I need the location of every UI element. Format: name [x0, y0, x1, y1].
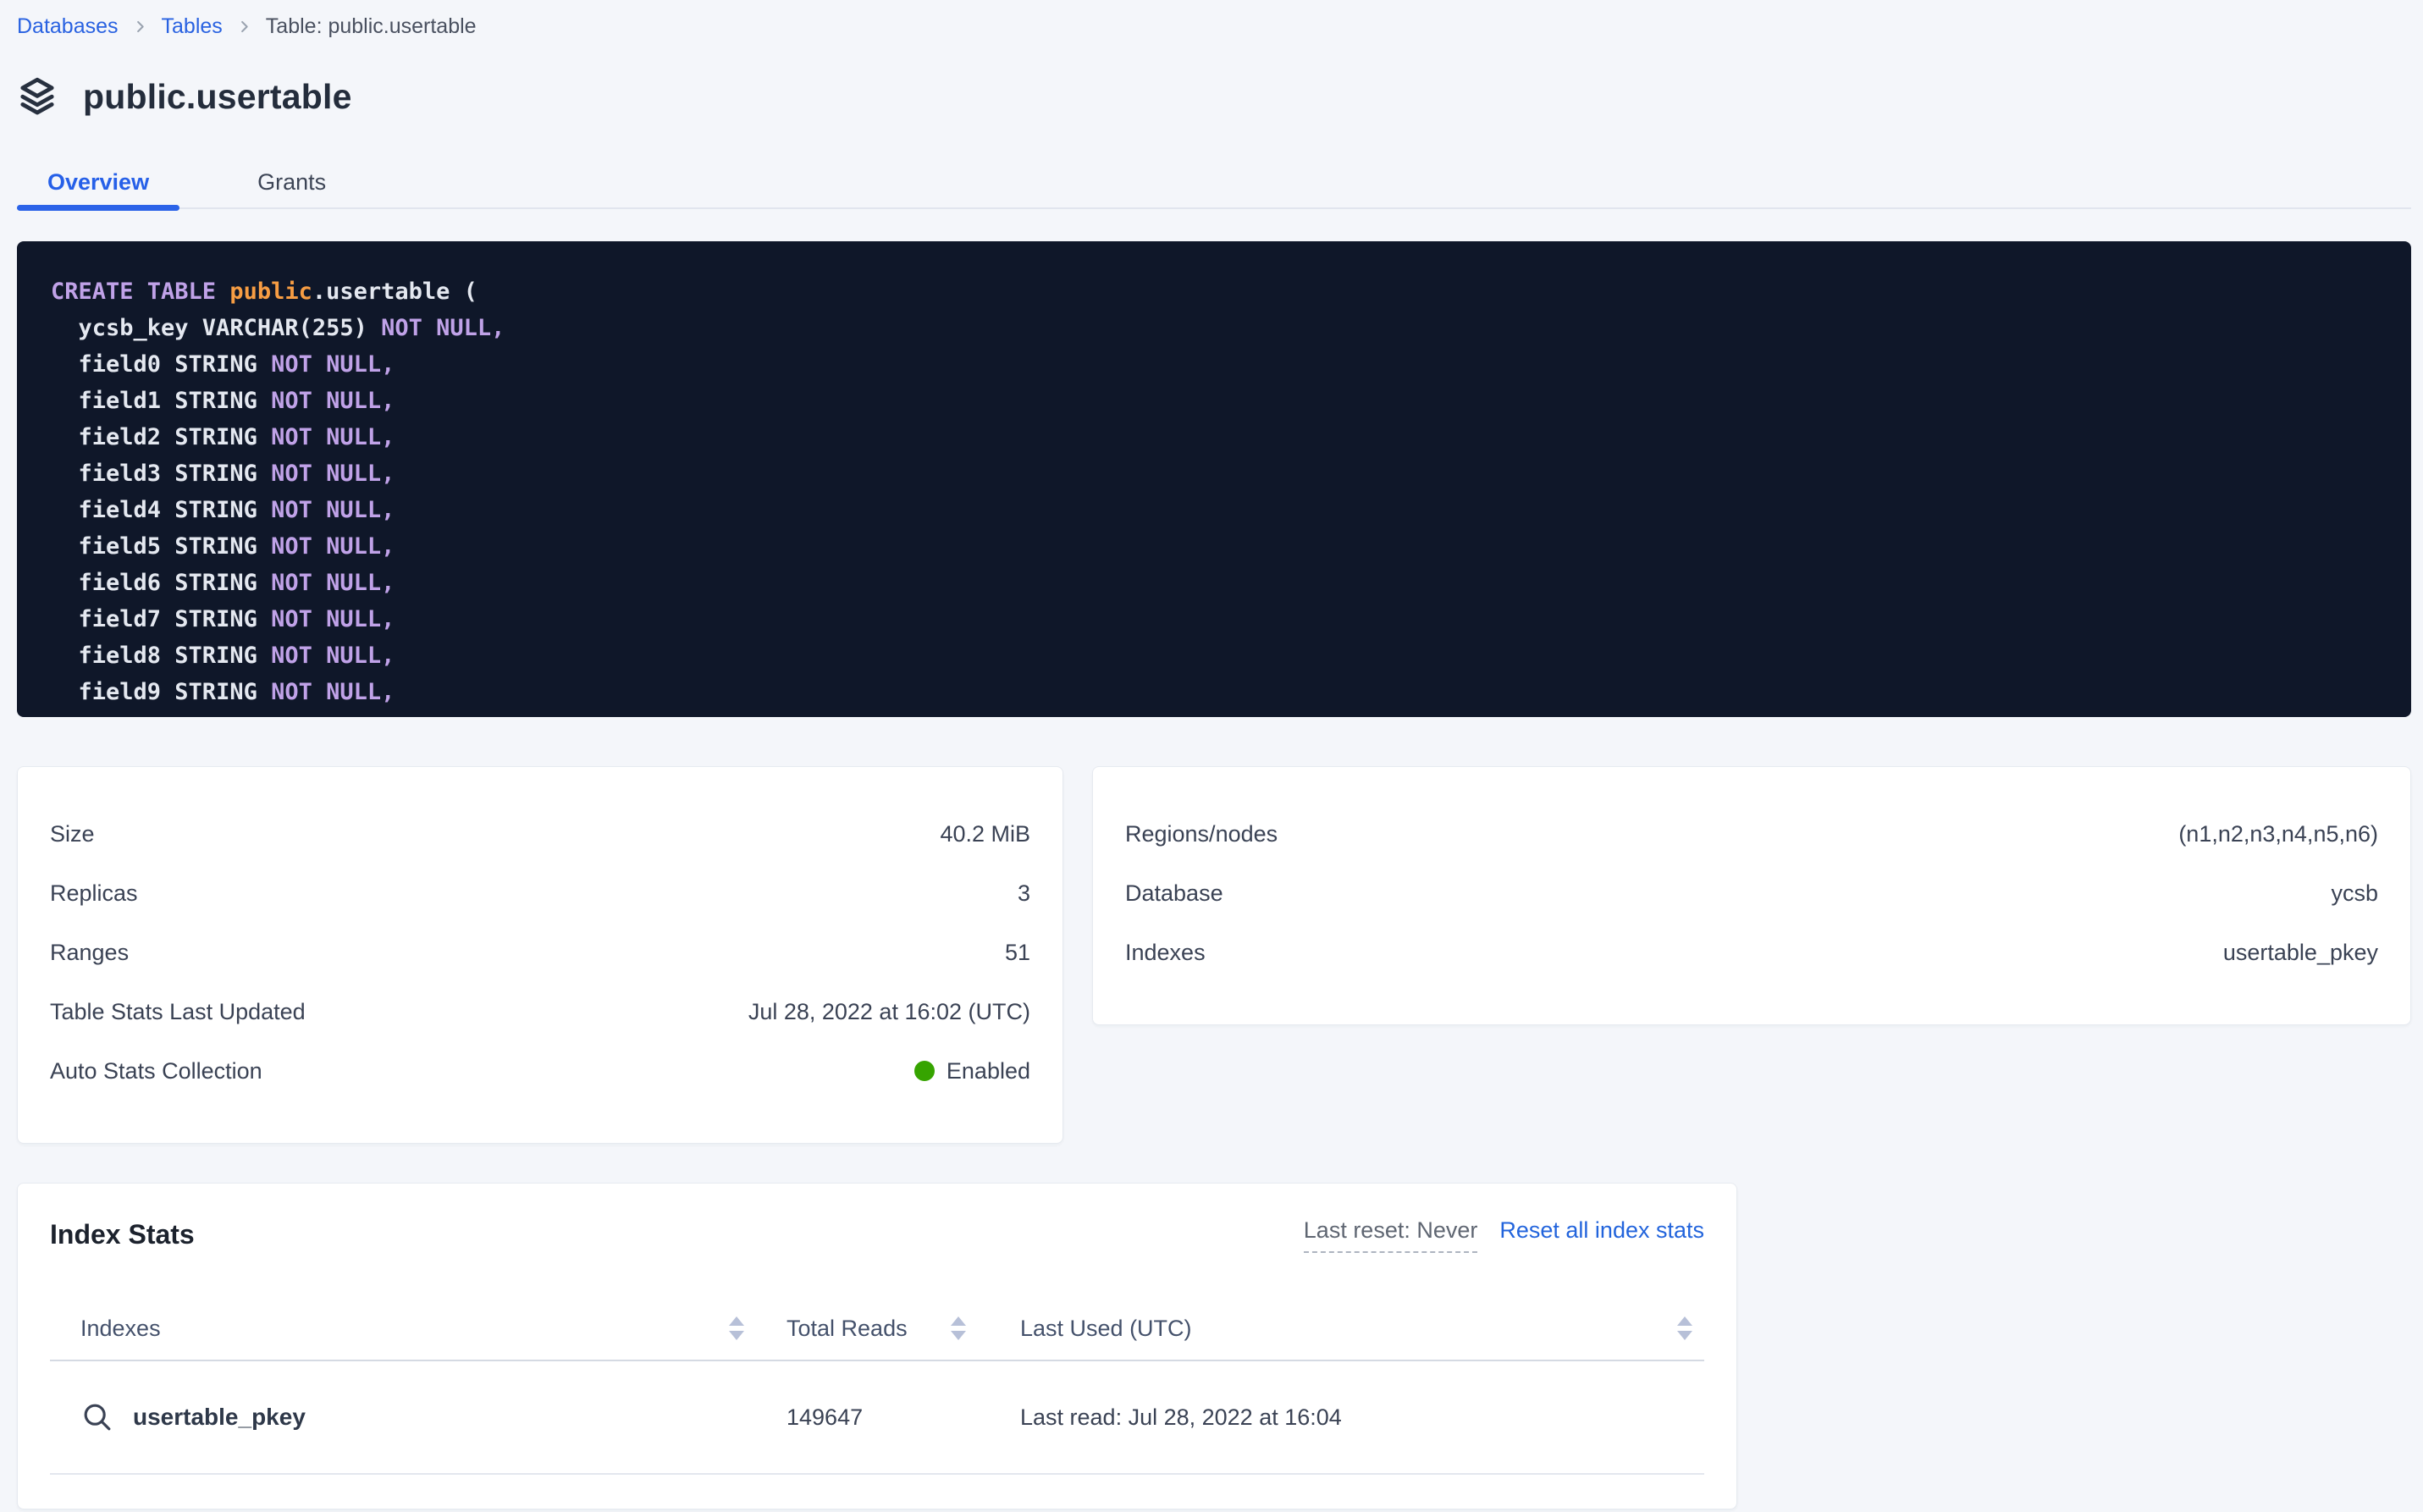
- last-used-cell: Last read: Jul 28, 2022 at 16:04: [981, 1404, 1704, 1431]
- column-header-label: Last Used (UTC): [1020, 1316, 1192, 1342]
- page-title-row: public.usertable: [17, 74, 2411, 119]
- detail-label: Regions/nodes: [1125, 821, 1278, 847]
- detail-row-replicas: Replicas 3: [50, 864, 1030, 923]
- sql-code-line: field3 STRING NOT NULL,: [51, 455, 2377, 492]
- detail-row-table-stats-last-updated: Table Stats Last Updated Jul 28, 2022 at …: [50, 982, 1030, 1041]
- sort-icon[interactable]: [951, 1316, 966, 1340]
- sql-code-line: field7 STRING NOT NULL,: [51, 601, 2377, 637]
- sql-code-line: field6 STRING NOT NULL,: [51, 565, 2377, 601]
- index-name: usertable_pkey: [133, 1404, 306, 1431]
- table-details-page: Databases Tables Table: public.usertable p…: [0, 0, 2423, 1509]
- sql-code-line: field5 STRING NOT NULL,: [51, 528, 2377, 565]
- detail-value: (n1,n2,n3,n4,n5,n6): [2178, 821, 2378, 847]
- sql-code-line: field2 STRING NOT NULL,: [51, 419, 2377, 455]
- index-stats-table-header: Indexes Total Reads Last Used (UTC): [50, 1297, 1704, 1361]
- detail-row-database: Database ycsb: [1125, 864, 2378, 923]
- breadcrumb-separator-icon: [236, 19, 252, 35]
- detail-value: Enabled: [914, 1058, 1030, 1084]
- sql-code-line: field4 STRING NOT NULL,: [51, 492, 2377, 528]
- column-header-label: Indexes: [80, 1316, 161, 1342]
- index-stats-row-usertable-pkey[interactable]: usertable_pkey 149647Last read: Jul 28, 2…: [50, 1361, 1704, 1475]
- detail-value: Jul 28, 2022 at 16:02 (UTC): [748, 999, 1030, 1025]
- database-details-card: Regions/nodes (n1,n2,n3,n4,n5,n6) Database…: [1092, 766, 2411, 1025]
- tab-overview[interactable]: Overview: [17, 157, 179, 207]
- tab-grants-label: Grants: [257, 169, 326, 196]
- detail-row-ranges: Ranges 51: [50, 923, 1030, 982]
- breadcrumb-separator-icon: [132, 19, 148, 35]
- breadcrumb: Databases Tables Table: public.usertable: [17, 12, 2411, 41]
- detail-value: 51: [1005, 940, 1030, 966]
- sort-icon[interactable]: [729, 1316, 744, 1340]
- sql-code-line: field0 STRING NOT NULL,: [51, 346, 2377, 383]
- detail-row-indexes: Indexes usertable_pkey: [1125, 923, 2378, 982]
- sql-code-line: CREATE TABLE public.usertable (: [51, 273, 2377, 310]
- detail-value: ycsb: [2331, 880, 2378, 907]
- detail-label: Ranges: [50, 940, 129, 966]
- details-cards-row: Size 40.2 MiB Replicas 3 Ranges 51 Table Stats…: [17, 766, 2411, 1144]
- create-table-sql-block: CREATE TABLE public.usertable ( ycsb_key…: [17, 241, 2411, 717]
- tab-bar: Overview Grants: [17, 157, 2411, 209]
- detail-value: 3: [1018, 880, 1030, 907]
- detail-label: Table Stats Last Updated: [50, 999, 306, 1025]
- table-details-card: Size 40.2 MiB Replicas 3 Ranges 51 Table Stats…: [17, 766, 1063, 1144]
- index-stats-table: Indexes Total Reads Last Used (UTC) userta…: [50, 1297, 1704, 1475]
- sql-code-line: field1 STRING NOT NULL,: [51, 383, 2377, 419]
- breadcrumb-tables[interactable]: Tables: [162, 14, 223, 39]
- table-stack-icon: [17, 74, 58, 119]
- index-stats-actions: Last reset: Never Reset all index stats: [1304, 1217, 1704, 1253]
- index-stats-title: Index Stats: [50, 1217, 195, 1251]
- detail-row-auto-stats-collection: Auto Stats Collection Enabled: [50, 1041, 1030, 1101]
- sql-code-line: field9 STRING NOT NULL,: [51, 674, 2377, 710]
- column-header-label: Total Reads: [787, 1316, 908, 1342]
- sql-code-line: ycsb_key VARCHAR(255) NOT NULL,: [51, 310, 2377, 346]
- sql-code-line: field8 STRING NOT NULL,: [51, 637, 2377, 674]
- detail-label: Auto Stats Collection: [50, 1058, 262, 1084]
- breadcrumb-databases[interactable]: Databases: [17, 14, 119, 39]
- last-reset-label: Last reset: Never: [1304, 1217, 1478, 1253]
- index-name-cell: usertable_pkey: [50, 1400, 753, 1434]
- breadcrumb-table-public-usertable: Table: public.usertable: [266, 14, 477, 39]
- column-header-indexes: Indexes: [50, 1316, 753, 1342]
- column-header-total-reads: Total Reads: [753, 1316, 981, 1342]
- detail-row-size: Size 40.2 MiB: [50, 804, 1030, 864]
- sort-icon[interactable]: [1677, 1316, 1692, 1340]
- detail-label: Size: [50, 821, 95, 847]
- index-stats-header: Index Stats Last reset: Never Reset all …: [50, 1217, 1704, 1253]
- tab-grants[interactable]: Grants: [227, 157, 356, 207]
- detail-value: 40.2 MiB: [940, 821, 1030, 847]
- index-stats-card: Index Stats Last reset: Never Reset all …: [17, 1183, 1737, 1509]
- reset-all-index-stats-link[interactable]: Reset all index stats: [1499, 1217, 1704, 1244]
- index-stats-table-body: usertable_pkey 149647Last read: Jul 28, 2…: [50, 1361, 1704, 1475]
- total-reads-cell: 149647: [753, 1404, 981, 1431]
- detail-label: Replicas: [50, 880, 138, 907]
- page-title: public.usertable: [83, 77, 352, 117]
- detail-label: Indexes: [1125, 940, 1206, 966]
- column-header-last-used-utc: Last Used (UTC): [981, 1316, 1704, 1342]
- tab-overview-label: Overview: [47, 169, 149, 196]
- detail-value: usertable_pkey: [2223, 940, 2378, 966]
- detail-row-regions-nodes: Regions/nodes (n1,n2,n3,n4,n5,n6): [1125, 804, 2378, 864]
- magnifier-icon: [80, 1400, 114, 1434]
- status-dot-icon: [914, 1061, 935, 1081]
- detail-label: Database: [1125, 880, 1223, 907]
